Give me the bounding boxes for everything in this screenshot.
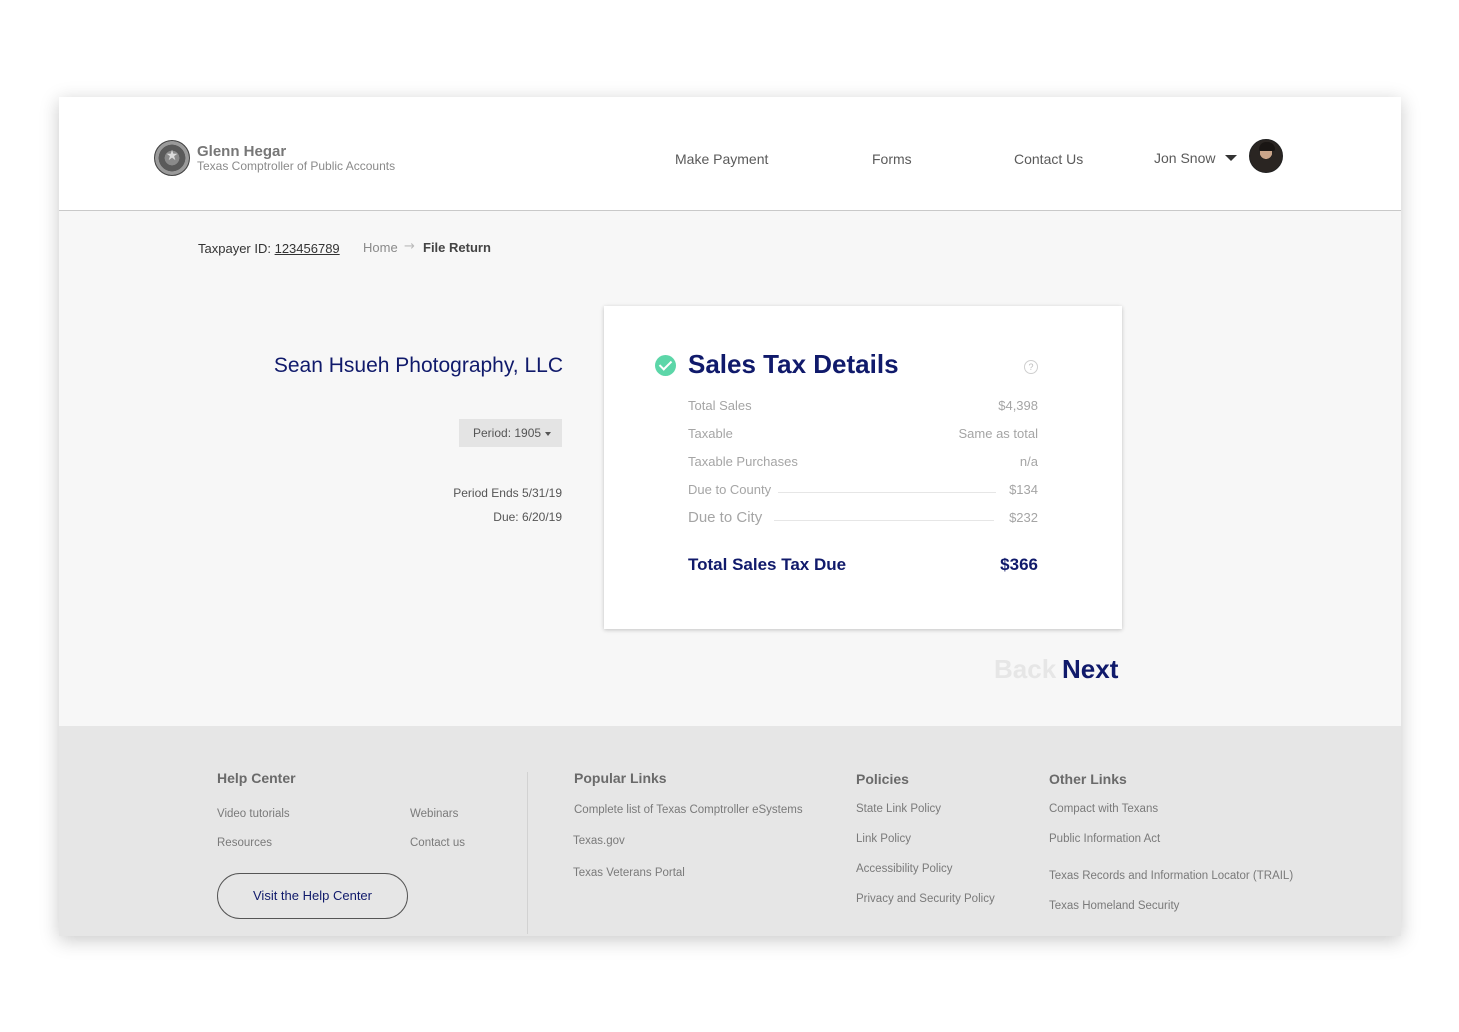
footer-link-public-information-act[interactable]: Public Information Act — [1049, 833, 1160, 845]
taxpayer-id-label: Taxpayer ID: — [198, 241, 275, 256]
footer-popular-links-title: Popular Links — [574, 770, 667, 786]
detail-row-total-sales: Total Sales $4,398 — [688, 398, 1038, 418]
detail-row-taxable-purchases: Taxable Purchases n/a — [688, 454, 1038, 474]
detail-row-due-city: Due to City $232 — [688, 509, 1038, 530]
footer-link-state-link-policy[interactable]: State Link Policy — [856, 803, 941, 815]
user-menu-name[interactable]: Jon Snow — [1154, 150, 1215, 166]
next-button[interactable]: Next — [1062, 654, 1118, 685]
row-divider — [778, 492, 996, 493]
footer-link-contact-us[interactable]: Contact us — [410, 837, 465, 849]
nav-make-payment[interactable]: Make Payment — [675, 151, 768, 167]
period-dropdown-label: Period: 1905 — [473, 426, 542, 440]
texas-seal-logo[interactable] — [154, 140, 190, 176]
footer-link-trail[interactable]: Texas Records and Information Locator (T… — [1049, 870, 1293, 882]
footer-link-esystems[interactable]: Complete list of Texas Comptroller eSyst… — [574, 804, 803, 816]
footer-link-veterans-portal[interactable]: Texas Veterans Portal — [573, 867, 685, 879]
row-label: Taxable — [688, 426, 733, 441]
footer-link-compact-with-texans[interactable]: Compact with Texans — [1049, 803, 1158, 815]
period-dropdown[interactable]: Period: 1905 — [459, 419, 562, 447]
row-value: $134 — [1009, 482, 1038, 497]
row-label: Total Sales — [688, 398, 752, 413]
check-circle-icon — [655, 355, 676, 376]
row-value: $232 — [1009, 510, 1038, 525]
user-avatar[interactable] — [1249, 139, 1283, 173]
detail-row-due-county: Due to County $134 — [688, 482, 1038, 502]
site-footer: Help Center Video tutorials Webinars Res… — [59, 726, 1401, 936]
due-date: Due: 6/20/19 — [493, 510, 562, 524]
breadcrumb-current: File Return — [423, 240, 491, 255]
card-title: Sales Tax Details — [688, 349, 899, 379]
footer-divider — [527, 772, 528, 934]
back-button[interactable]: Back — [994, 654, 1056, 685]
period-ends: Period Ends 5/31/19 — [453, 486, 562, 500]
row-label: Due to County — [688, 482, 772, 497]
sales-tax-card: Sales Tax Details ? Total Sales $4,398 T… — [604, 306, 1122, 629]
footer-link-webinars[interactable]: Webinars — [410, 808, 458, 820]
footer-link-texas-gov[interactable]: Texas.gov — [573, 835, 625, 847]
footer-link-resources[interactable]: Resources — [217, 837, 272, 849]
company-name: Sean Hsueh Photography, LLC — [273, 354, 563, 377]
total-value: $366 — [1000, 555, 1038, 574]
brand-subtitle: Texas Comptroller of Public Accounts — [197, 159, 396, 173]
arrow-right-icon: → — [404, 239, 415, 254]
app-frame: Glenn Hegar Texas Comptroller of Public … — [59, 97, 1401, 936]
footer-policies-title: Policies — [856, 771, 909, 787]
footer-help-center-title: Help Center — [217, 770, 296, 786]
help-icon[interactable]: ? — [1024, 360, 1038, 374]
visit-help-center-button[interactable]: Visit the Help Center — [217, 873, 408, 919]
row-label: Due to City — [688, 509, 763, 526]
footer-link-video-tutorials[interactable]: Video tutorials — [217, 808, 290, 820]
brand-name: Glenn Hegar — [197, 143, 287, 160]
taxpayer-id-link[interactable]: 123456789 — [275, 241, 340, 256]
footer-other-links-title: Other Links — [1049, 771, 1127, 787]
footer-link-homeland-security[interactable]: Texas Homeland Security — [1049, 900, 1179, 912]
caret-down-icon — [545, 432, 551, 436]
total-label: Total Sales Tax Due — [688, 555, 847, 574]
row-divider — [774, 520, 994, 521]
caret-down-icon[interactable] — [1225, 155, 1237, 161]
site-header: Glenn Hegar Texas Comptroller of Public … — [59, 97, 1401, 211]
taxpayer-id: Taxpayer ID: 123456789 — [198, 241, 340, 256]
nav-forms[interactable]: Forms — [872, 151, 912, 167]
footer-link-privacy-policy[interactable]: Privacy and Security Policy — [856, 893, 995, 905]
footer-link-accessibility-policy[interactable]: Accessibility Policy — [856, 863, 953, 875]
nav-contact-us[interactable]: Contact Us — [1014, 151, 1083, 167]
row-value: n/a — [1019, 454, 1038, 469]
row-value: $4,398 — [998, 398, 1038, 413]
detail-row-taxable: Taxable Same as total — [688, 426, 1038, 446]
footer-link-link-policy[interactable]: Link Policy — [856, 833, 911, 845]
row-value: Same as total — [958, 426, 1039, 441]
row-label: Taxable Purchases — [688, 454, 798, 469]
breadcrumb-home[interactable]: Home — [363, 240, 398, 255]
